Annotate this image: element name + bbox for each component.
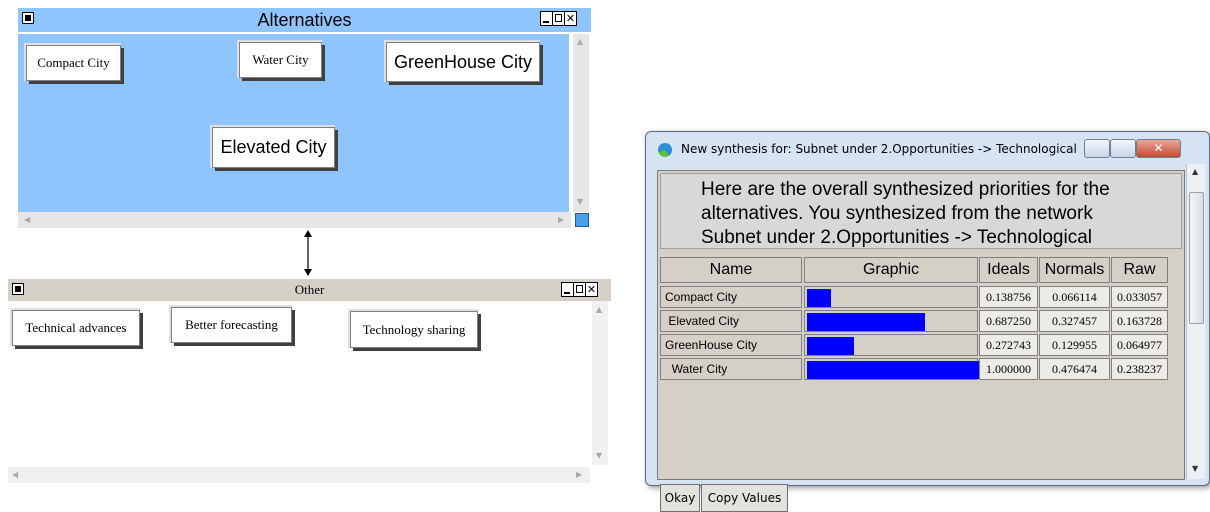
okay-button[interactable]: Okay — [660, 484, 700, 512]
row-name: Compact City — [660, 286, 802, 308]
other-title: Other — [294, 282, 325, 297]
row-ideal: 0.138756 — [979, 286, 1038, 308]
column-header-raw[interactable]: Raw — [1111, 257, 1168, 283]
row-raw: 0.238237 — [1111, 358, 1168, 380]
alternatives-horizontal-scrollbar[interactable]: ◀ ▶ — [18, 212, 571, 228]
window-controls: ✕ — [561, 282, 598, 297]
scroll-left-icon[interactable]: ◀ — [12, 470, 18, 479]
message-line: alternatives. You synthesized from the n… — [701, 203, 1093, 224]
scroll-up-icon[interactable]: ▲ — [577, 37, 583, 46]
priority-bar — [807, 313, 925, 331]
dialog-title: New synthesis for: Subnet under 2.Opport… — [681, 142, 1077, 156]
node-water-city[interactable]: Water City — [240, 43, 321, 77]
priority-bar — [807, 289, 831, 307]
priority-bar — [807, 361, 979, 379]
alternatives-window: Alternatives ✕ ▲ ▼ ◀ ▶ Compact City Wate… — [18, 8, 591, 228]
column-header-ideals[interactable]: Ideals — [979, 257, 1038, 283]
scroll-up-icon[interactable]: ▲ — [596, 305, 602, 314]
resize-grip[interactable] — [575, 213, 589, 227]
copy-values-button[interactable]: Copy Values — [701, 484, 788, 512]
dialog-vertical-scrollbar[interactable]: ▲ ▼ — [1186, 164, 1205, 479]
node-greenhouse-city[interactable]: GreenHouse City — [387, 43, 539, 81]
row-ideal: 0.687250 — [979, 310, 1038, 332]
maximize-icon[interactable] — [573, 283, 585, 296]
row-normal: 0.476474 — [1039, 358, 1110, 380]
minimize-icon[interactable] — [541, 12, 552, 25]
node-elevated-city[interactable]: Elevated City — [213, 128, 334, 167]
node-compact-city[interactable]: Compact City — [27, 46, 120, 80]
row-raw: 0.163728 — [1111, 310, 1168, 332]
connection-arrow[interactable] — [300, 228, 316, 278]
alternatives-title: Alternatives — [257, 10, 352, 30]
row-raw: 0.033057 — [1111, 286, 1168, 308]
dialog-close-button[interactable]: ✕ — [1136, 139, 1181, 158]
column-header-name[interactable]: Name — [660, 257, 802, 283]
alternatives-vertical-scrollbar[interactable]: ▲ ▼ — [573, 34, 589, 212]
priority-bar — [807, 337, 854, 355]
scroll-down-icon[interactable]: ▼ — [596, 451, 602, 460]
column-header-graphic[interactable]: Graphic — [804, 257, 978, 283]
row-ideal: 0.272743 — [979, 334, 1038, 356]
message-line: Subnet under 2.Opportunities -> Technolo… — [701, 227, 1092, 248]
row-graphic — [804, 286, 978, 308]
synthesis-message: Here are the overall synthesized priorit… — [660, 173, 1182, 249]
column-header-normals[interactable]: Normals — [1039, 257, 1110, 283]
synthesis-dialog: New synthesis for: Subnet under 2.Opport… — [645, 131, 1210, 512]
row-normal: 0.129955 — [1039, 334, 1110, 356]
scroll-right-icon[interactable]: ▶ — [576, 470, 582, 479]
row-normal: 0.066114 — [1039, 286, 1110, 308]
message-line: Here are the overall synthesized priorit… — [701, 179, 1110, 200]
maximize-icon[interactable] — [552, 12, 564, 25]
dialog-minimize-button[interactable] — [1084, 139, 1110, 158]
close-icon[interactable]: ✕ — [585, 283, 597, 296]
minimize-icon[interactable] — [562, 283, 573, 296]
row-graphic — [804, 358, 979, 380]
row-name: Water City — [660, 358, 802, 380]
scroll-down-icon[interactable]: ▼ — [1192, 464, 1198, 473]
scroll-left-icon[interactable]: ◀ — [24, 215, 30, 224]
row-normal: 0.327457 — [1039, 310, 1110, 332]
alternatives-title-bar[interactable]: Alternatives ✕ — [18, 8, 591, 32]
scroll-down-icon[interactable]: ▼ — [577, 197, 583, 206]
window-controls: ✕ — [540, 11, 577, 26]
dialog-maximize-button[interactable] — [1110, 139, 1136, 158]
scrollbar-thumb[interactable] — [1189, 192, 1204, 324]
dialog-body: Here are the overall synthesized priorit… — [657, 170, 1185, 512]
other-horizontal-scrollbar[interactable]: ◀ ▶ — [8, 467, 590, 483]
row-graphic — [804, 310, 978, 332]
row-raw: 0.064977 — [1111, 334, 1168, 356]
other-vertical-scrollbar[interactable]: ▲ ▼ — [592, 301, 608, 465]
node-technology-sharing[interactable]: Technology sharing — [351, 312, 477, 347]
other-title-bar[interactable]: Other ✕ — [8, 279, 611, 301]
row-name: GreenHouse City — [660, 334, 802, 356]
row-name: Elevated City — [660, 310, 802, 332]
close-icon[interactable]: ✕ — [564, 12, 576, 25]
node-technical-advances[interactable]: Technical advances — [13, 311, 139, 345]
row-ideal: 1.000000 — [979, 358, 1038, 380]
node-better-forecasting[interactable]: Better forecasting — [172, 308, 291, 342]
other-window: Other ✕ ▲ ▼ ◀ ▶ Technical advances Bette… — [8, 279, 611, 485]
scroll-up-icon[interactable]: ▲ — [1192, 167, 1198, 176]
app-icon — [658, 143, 672, 157]
row-graphic — [804, 334, 978, 356]
scroll-right-icon[interactable]: ▶ — [558, 215, 564, 224]
